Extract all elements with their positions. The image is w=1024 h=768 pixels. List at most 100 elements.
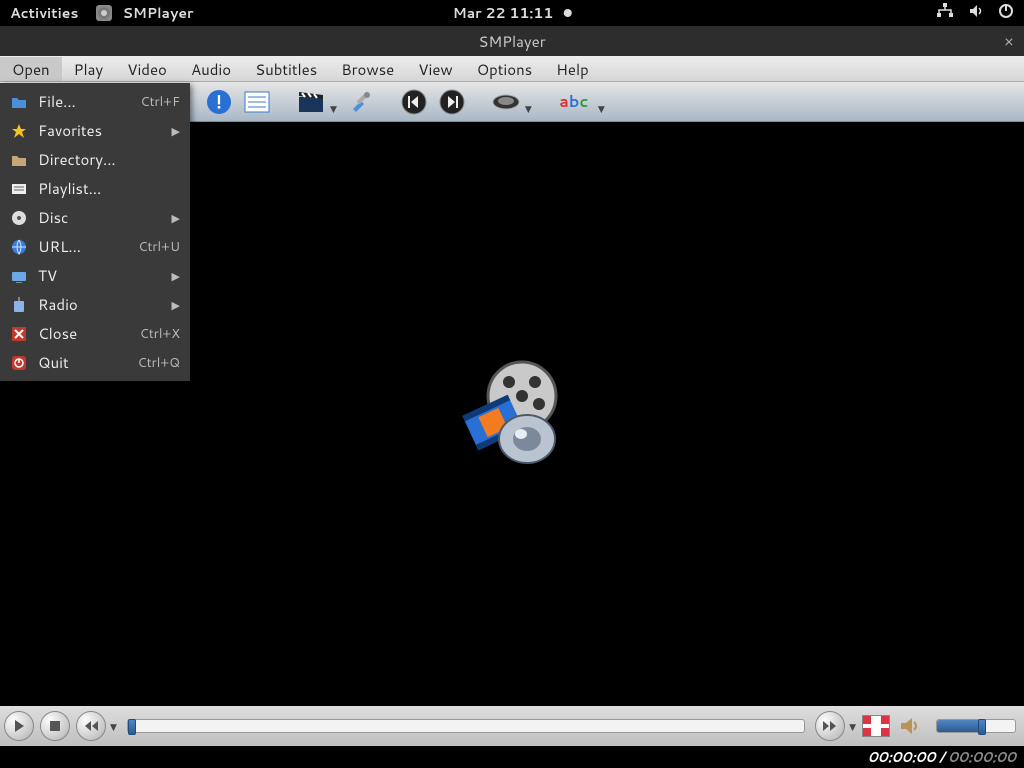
menu-video[interactable]: Video xyxy=(115,57,179,81)
forward-button[interactable] xyxy=(815,711,845,741)
notification-dot-icon xyxy=(563,9,571,17)
seek-handle[interactable] xyxy=(128,719,136,735)
radio-icon xyxy=(10,297,28,313)
menu-shortcut: Ctrl+X xyxy=(140,325,180,343)
rewind-button[interactable] xyxy=(76,711,106,741)
gnome-top-bar: Activities SMPlayer Mar 22 11:11 xyxy=(0,0,1024,26)
disc-icon xyxy=(10,210,28,226)
menu-item-label: File... xyxy=(38,91,76,112)
folder-icon xyxy=(10,95,28,109)
open-close-item[interactable]: Close Ctrl+X xyxy=(0,319,190,348)
menu-label: Video xyxy=(127,59,167,80)
star-icon xyxy=(10,123,28,139)
submenu-arrow-icon: ▶ xyxy=(172,123,180,139)
menu-label: Open xyxy=(12,59,50,80)
menu-browse[interactable]: Browse xyxy=(329,57,406,81)
menu-label: View xyxy=(418,59,453,80)
smplayer-logo-icon xyxy=(447,354,577,474)
menu-label: Browse xyxy=(341,59,394,80)
dropdown-arrow-icon[interactable]: ▼ xyxy=(110,720,117,733)
menu-item-label: Disc xyxy=(38,207,68,228)
topbar-clock[interactable]: Mar 22 11:11 xyxy=(453,3,572,23)
menu-item-label: Close xyxy=(38,323,77,344)
menu-help[interactable]: Help xyxy=(544,57,601,81)
submenu-arrow-icon: ▶ xyxy=(172,268,180,284)
open-url-item[interactable]: URL... Ctrl+U xyxy=(0,232,190,261)
open-menu-dropdown: File... Ctrl+F Favorites ▶ Directory... … xyxy=(0,83,190,381)
menu-label: Help xyxy=(556,59,589,80)
playlist-icon xyxy=(10,182,28,196)
topbar-app-indicator[interactable]: SMPlayer xyxy=(96,3,193,23)
network-icon[interactable] xyxy=(936,3,954,24)
activities-button[interactable]: Activities xyxy=(10,3,78,23)
toolbar-clapper-button[interactable] xyxy=(296,87,326,117)
menu-bar: Open File... Ctrl+F Favorites ▶ Director… xyxy=(0,56,1024,82)
svg-text:!: ! xyxy=(216,89,222,114)
menu-label: Audio xyxy=(191,59,231,80)
power-icon[interactable] xyxy=(998,3,1014,24)
open-disc-item[interactable]: Disc ▶ xyxy=(0,203,190,232)
control-bar: ▼ ▼ xyxy=(0,706,1024,746)
toolbar-aspect-button[interactable] xyxy=(491,87,521,117)
menu-open[interactable]: Open File... Ctrl+F Favorites ▶ Director… xyxy=(0,57,62,81)
toolbar-preferences-button[interactable] xyxy=(345,87,375,117)
window-title: SMPlayer xyxy=(478,31,545,52)
menu-item-label: Directory... xyxy=(38,149,116,170)
volume-slider[interactable] xyxy=(936,719,1016,733)
play-button[interactable] xyxy=(4,711,34,741)
menu-shortcut: Ctrl+U xyxy=(138,238,180,256)
dropdown-arrow-icon[interactable]: ▼ xyxy=(849,720,856,733)
time-separator: / xyxy=(936,747,949,767)
menu-item-label: Playlist... xyxy=(38,178,101,199)
open-quit-item[interactable]: Quit Ctrl+Q xyxy=(0,348,190,377)
volume-icon[interactable] xyxy=(968,3,984,24)
mute-button[interactable] xyxy=(896,715,926,737)
open-radio-item[interactable]: Radio ▶ xyxy=(0,290,190,319)
menu-shortcut: Ctrl+Q xyxy=(137,354,180,372)
submenu-arrow-icon: ▶ xyxy=(172,297,180,313)
time-current: 00:00:00 xyxy=(868,747,936,767)
dropdown-arrow-icon[interactable]: ▼ xyxy=(330,102,337,115)
quit-icon xyxy=(10,356,28,370)
open-favorites-item[interactable]: Favorites ▶ xyxy=(0,116,190,145)
open-directory-item[interactable]: Directory... xyxy=(0,145,190,174)
dropdown-arrow-icon[interactable]: ▼ xyxy=(525,102,532,115)
menu-label: Subtitles xyxy=(255,59,317,80)
open-playlist-item[interactable]: Playlist... xyxy=(0,174,190,203)
topbar-app-name: SMPlayer xyxy=(122,3,193,23)
close-file-icon xyxy=(10,327,28,341)
clock-text: Mar 22 11:11 xyxy=(453,3,554,23)
submenu-arrow-icon: ▶ xyxy=(172,210,180,226)
menu-options[interactable]: Options xyxy=(465,57,544,81)
toolbar-playlist-button[interactable] xyxy=(242,87,272,117)
menu-view[interactable]: View xyxy=(406,57,465,81)
menu-label: Play xyxy=(74,59,104,80)
menu-shortcut: Ctrl+F xyxy=(140,93,180,111)
toolbar-prev-button[interactable] xyxy=(399,87,429,117)
open-tv-item[interactable]: TV ▶ xyxy=(0,261,190,290)
menu-label: Options xyxy=(477,59,532,80)
menu-item-label: Favorites xyxy=(38,120,102,141)
menu-item-label: Quit xyxy=(38,352,69,373)
menu-play[interactable]: Play xyxy=(62,57,116,81)
window-close-button[interactable]: × xyxy=(1004,30,1014,53)
menu-item-label: Radio xyxy=(38,294,78,315)
status-bar: 00:00:00 / 00:00:00 xyxy=(0,746,1024,768)
fullscreen-button[interactable] xyxy=(862,715,890,737)
seek-slider[interactable] xyxy=(127,719,805,733)
volume-handle[interactable] xyxy=(978,719,986,735)
menu-subtitles[interactable]: Subtitles xyxy=(243,57,329,81)
app-indicator-icon xyxy=(96,5,112,21)
window-titlebar: SMPlayer × xyxy=(0,26,1024,56)
menu-item-label: URL... xyxy=(38,236,81,257)
toolbar-next-button[interactable] xyxy=(437,87,467,117)
toolbar-info-button[interactable]: ! xyxy=(204,87,234,117)
directory-icon xyxy=(10,153,28,167)
time-total: 00:00:00 xyxy=(948,747,1016,767)
toolbar-subtitle-button[interactable]: abc xyxy=(554,87,594,117)
dropdown-arrow-icon[interactable]: ▼ xyxy=(598,102,605,115)
menu-audio[interactable]: Audio xyxy=(179,57,243,81)
open-file-item[interactable]: File... Ctrl+F xyxy=(0,87,190,116)
stop-button[interactable] xyxy=(40,711,70,741)
url-icon xyxy=(10,239,28,255)
